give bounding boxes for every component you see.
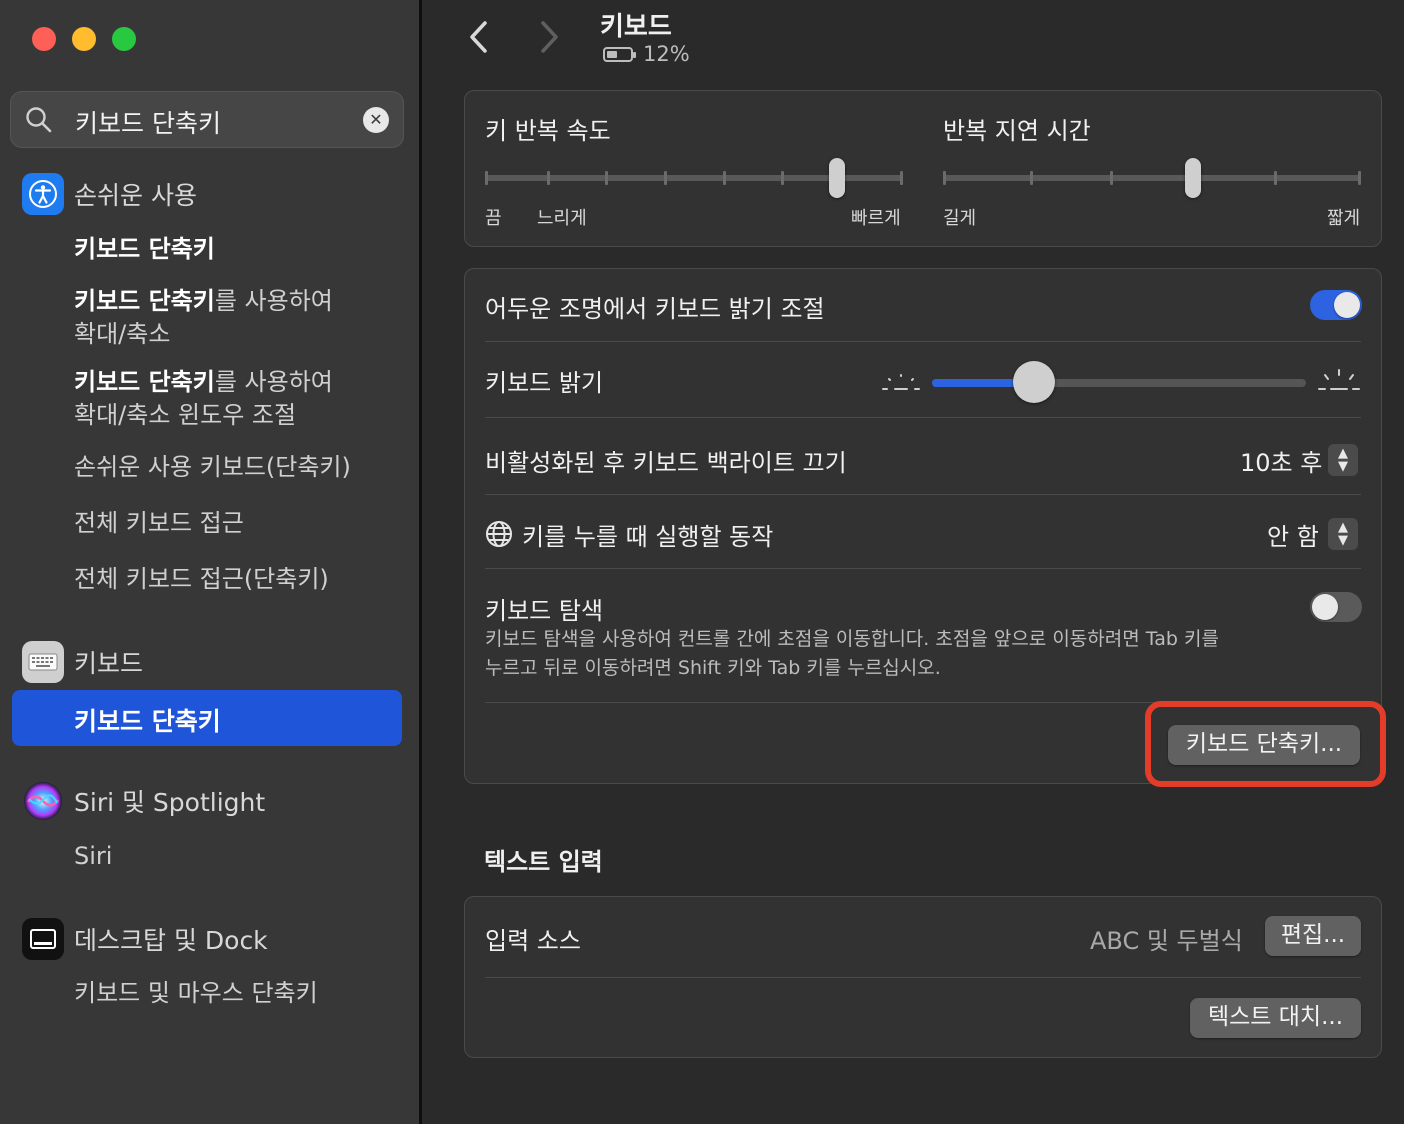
slider-knob[interactable] [1185,158,1201,198]
sidebar-group-label: Siri 및 Spotlight [74,788,266,817]
keyboard-navigation-description: 키보드 탐색을 사용하여 컨트롤 간에 초점을 이동합니다. 초점을 앞으로 이… [485,625,1305,683]
item-text: 손쉬운 사용 키보드(단축키) [74,453,351,481]
item-text-line2: 확대/축소 윈도우 조절 [74,401,297,429]
description-line-1: 키보드 탐색을 사용하여 컨트롤 간에 초점을 이동합니다. 초점을 앞으로 이… [485,628,1219,650]
back-chevron-icon[interactable] [468,20,490,63]
sidebar-item-zoom-shortcuts[interactable]: 키보드 단축키를 사용하여 확대/축소 [74,285,333,351]
item-text: 를 사용하여 [214,368,333,396]
highlight-ring [1145,701,1386,787]
match-text: 키보드 단축키 [74,368,215,396]
slider-track [943,175,1361,181]
sidebar-item-accessibility[interactable]: 손쉬운 사용 [22,172,197,216]
item-text: 키보드 및 마우스 단축키 [74,979,318,1007]
item-text: 를 사용하여 [214,287,333,315]
text-input-card: 입력 소스 ABC 및 두벌식 편집... 텍스트 대치... [464,896,1382,1058]
item-text: 전체 키보드 접근(단축키) [74,565,329,593]
sidebar-item-keyboard-mouse-shortcuts[interactable]: 키보드 및 마우스 단축키 [74,977,318,1010]
backlight-off-label: 비활성화된 후 키보드 백라이트 끄기 [485,449,847,477]
rate-fast-label: 빠르게 [851,208,901,229]
battery-icon [603,46,636,62]
selected-item-label: 키보드 단축키 [74,707,221,736]
key-repeat-rate-label: 키 반복 속도 [485,117,611,145]
zoom-window-button[interactable] [112,27,136,51]
popup-value: 10초 후 [1240,449,1323,477]
accessibility-icon [22,173,64,215]
clear-search-icon[interactable]: ✕ [363,107,389,133]
auto-brightness-label: 어두운 조명에서 키보드 밝기 조절 [485,295,825,323]
toolbar: 키보드 12% [425,0,1404,80]
match-text: 키보드 단축키 [74,287,215,315]
sidebar-item-desktop-dock[interactable]: 데스크탑 및 Dock [22,917,268,961]
sidebar-group-label: 손쉬운 사용 [74,181,197,210]
minimize-window-button[interactable] [72,27,96,51]
sidebar: 키보드 단축키 ✕ 손쉬운 사용 키보드 단축키 키보드 단축키를 사용하여 확… [0,0,422,1124]
brightness-high-icon [1318,369,1360,390]
input-sources-label: 입력 소스 [485,927,581,955]
globe-key-label: 키를 누를 때 실행할 동작 [522,523,774,551]
item-text: Siri [74,842,113,870]
sidebar-item-keyboard[interactable]: 키보드 [22,640,143,684]
sidebar-item-siri-spotlight[interactable]: Siri 및 Spotlight [22,779,265,823]
match-text: 키보드 단축키 [74,235,215,263]
keyboard-brightness-slider[interactable] [932,379,1306,387]
delay-long-label: 길게 [943,208,977,229]
popup-value: 안 함 [1267,523,1319,551]
search-field[interactable]: 키보드 단축키 ✕ [10,91,404,148]
keyboard-navigation-toggle[interactable] [1310,592,1362,622]
delay-short-label: 짧게 [1327,208,1361,229]
sidebar-item-siri[interactable]: Siri [74,840,112,873]
battery-percent: 12% [643,42,690,66]
sidebar-group-label: 키보드 [74,649,144,678]
rate-off-label: 끔 [485,208,502,229]
sidebar-item-full-keyboard-access[interactable]: 전체 키보드 접근 [74,507,244,540]
updown-chevron-icon[interactable]: ▲ ▼ [1328,518,1358,550]
brightness-low-icon [882,374,920,390]
close-window-button[interactable] [32,27,56,51]
sidebar-item-keyboard-shortcuts-selected[interactable]: 키보드 단축키 [12,690,402,746]
forward-chevron-icon[interactable] [538,20,560,63]
slider-knob[interactable] [829,158,845,198]
page-title: 키보드 [600,12,672,42]
search-input[interactable]: 키보드 단축키 [75,104,221,140]
keyboard-icon [22,641,64,683]
battery-status: 12% [603,42,690,66]
dock-icon [22,918,64,960]
item-text-line2: 확대/축소 [74,320,171,348]
edit-input-sources-button[interactable]: 편집... [1265,916,1361,956]
sidebar-item-accessibility-keyboard[interactable]: 손쉬운 사용 키보드(단축키) [74,451,351,484]
keyboard-brightness-label: 키보드 밝기 [485,369,604,397]
brightness-slider-knob[interactable] [1013,361,1055,403]
text-input-section-title: 텍스트 입력 [484,848,603,876]
keyboard-navigation-label: 키보드 탐색 [485,597,604,625]
repeat-delay-label: 반복 지연 시간 [943,117,1091,145]
globe-icon [486,521,512,547]
siri-icon [22,780,64,822]
rate-slow-label: 느리게 [537,208,587,229]
sidebar-item-keyboard-shortcuts[interactable]: 키보드 단축키 [74,233,215,266]
sidebar-group-label: 데스크탑 및 Dock [74,926,268,955]
item-text: 전체 키보드 접근 [74,509,244,537]
window-controls [32,27,136,51]
search-icon [26,107,52,133]
key-repeat-card: 키 반복 속도 끔 느리게 빠르게 반복 지연 시간 길게 짧게 [464,90,1382,247]
sidebar-item-zoom-window-shortcuts[interactable]: 키보드 단축키를 사용하여 확대/축소 윈도우 조절 [74,366,333,432]
updown-chevron-icon[interactable]: ▲ ▼ [1328,444,1358,476]
sidebar-item-full-keyboard-access-shortcut[interactable]: 전체 키보드 접근(단축키) [74,563,329,596]
text-replacements-button[interactable]: 텍스트 대치... [1190,998,1361,1038]
auto-brightness-toggle[interactable] [1310,290,1362,320]
description-line-2: 누르고 뒤로 이동하려면 Shift 키와 Tab 키를 누르십시오. [485,657,941,679]
input-sources-value: ABC 및 두벌식 [1090,927,1243,955]
